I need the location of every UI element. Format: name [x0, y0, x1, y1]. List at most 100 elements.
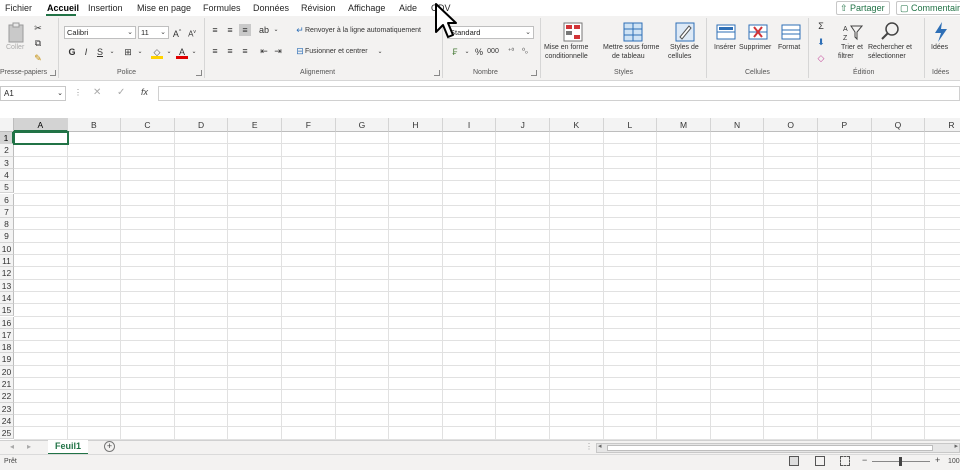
comments-button[interactable]: ▢ Commentaires: [896, 1, 960, 15]
column-header-j[interactable]: J: [496, 118, 550, 132]
row-header-21[interactable]: 21: [0, 378, 14, 391]
column-header-c[interactable]: C: [121, 118, 175, 132]
column-header-o[interactable]: O: [764, 118, 818, 132]
column-header-e[interactable]: E: [228, 118, 282, 132]
clipboard-launcher-icon[interactable]: [50, 70, 56, 76]
orientation-icon[interactable]: ab: [258, 24, 270, 36]
cancel-icon[interactable]: ✕: [93, 87, 101, 98]
column-header-f[interactable]: F: [282, 118, 336, 132]
row-header-12[interactable]: 12: [0, 267, 14, 280]
row-header-24[interactable]: 24: [0, 414, 14, 428]
row-header-9[interactable]: 9: [0, 230, 14, 243]
row-header-20[interactable]: 20: [0, 365, 14, 378]
paste-icon[interactable]: [6, 22, 28, 44]
clear-icon[interactable]: ◇: [815, 52, 827, 64]
increase-indent-icon[interactable]: ⇥: [272, 45, 284, 57]
format-as-table-icon[interactable]: [623, 22, 643, 42]
font-color-icon[interactable]: A: [176, 46, 188, 59]
column-header-m[interactable]: M: [657, 118, 711, 132]
insert-cells-icon[interactable]: [716, 22, 736, 42]
wrap-text-button[interactable]: Renvoyer à la ligne automatiquement: [305, 27, 421, 34]
row-header-22[interactable]: 22: [0, 390, 14, 403]
row-header-11[interactable]: 11: [0, 255, 14, 268]
column-header-k[interactable]: K: [550, 118, 604, 132]
cell-styles-line2[interactable]: cellules: [668, 53, 691, 60]
column-header-i[interactable]: I: [442, 118, 497, 132]
chevron-down-icon[interactable]: ⌄: [461, 46, 473, 58]
delete-cells-icon[interactable]: [748, 22, 768, 42]
select-all-corner[interactable]: [0, 118, 14, 132]
sort-filter-icon[interactable]: A Z: [843, 22, 863, 42]
scroll-right-icon[interactable]: ▸: [27, 442, 31, 451]
page-break-view-icon[interactable]: [840, 456, 850, 466]
tab-affichage[interactable]: Affichage: [348, 3, 385, 13]
sort-filter-line1[interactable]: Trier et: [841, 44, 863, 51]
column-header-b[interactable]: B: [67, 118, 122, 132]
spreadsheet-grid[interactable]: A B C D E F G H I J K L M N O P Q R 1 2 3 4 5 6 7 8 9 10 11 12 13 14 15 1…: [0, 118, 960, 440]
row-header-2[interactable]: 2: [0, 144, 14, 157]
insert-function-icon[interactable]: fx: [141, 87, 148, 97]
chevron-down-icon[interactable]: ⌄: [163, 46, 175, 58]
cut-icon[interactable]: ✂: [32, 22, 44, 34]
chevron-down-icon[interactable]: ⌄: [270, 24, 282, 36]
copy-icon[interactable]: ⧉: [32, 37, 44, 49]
row-header-4[interactable]: 4: [0, 168, 14, 182]
column-header-p[interactable]: P: [818, 118, 872, 132]
align-right-icon[interactable]: ≡: [239, 45, 251, 57]
percent-icon[interactable]: %: [473, 46, 485, 58]
format-painter-icon[interactable]: ✎: [32, 52, 44, 64]
tab-revision[interactable]: Révision: [301, 3, 336, 13]
column-header-a[interactable]: A: [14, 118, 68, 132]
tab-mise-en-page[interactable]: Mise en page: [137, 3, 191, 13]
align-bottom-icon[interactable]: ≡: [239, 24, 251, 36]
column-header-r[interactable]: R: [925, 118, 960, 132]
row-header-7[interactable]: 7: [0, 205, 14, 219]
chevron-down-icon[interactable]: ⌄: [188, 46, 200, 58]
row-header-19[interactable]: 19: [0, 353, 14, 366]
page-layout-view-icon[interactable]: [815, 456, 825, 466]
format-cells-icon[interactable]: [781, 22, 801, 42]
row-header-13[interactable]: 13: [0, 279, 14, 292]
zoom-level[interactable]: 100: [948, 458, 960, 465]
scrollbar-thumb[interactable]: [607, 445, 933, 451]
chevron-down-icon[interactable]: ⌄: [374, 46, 386, 58]
merge-center-button[interactable]: Fusionner et centrer: [305, 48, 368, 55]
find-select-line2[interactable]: sélectionner: [868, 53, 906, 60]
row-header-5[interactable]: 5: [0, 181, 14, 194]
insert-button[interactable]: Insérer: [714, 44, 736, 51]
increase-font-icon[interactable]: A^: [171, 26, 183, 39]
find-select-line1[interactable]: Rechercher et: [868, 44, 912, 51]
find-select-icon[interactable]: [880, 21, 900, 41]
ideas-icon[interactable]: [932, 21, 950, 43]
scroll-left-arrow-icon[interactable]: ◂: [598, 442, 602, 450]
format-as-table-line1[interactable]: Mettre sous forme: [603, 44, 659, 51]
sheet-tab-feuil1[interactable]: Feuil1: [48, 440, 88, 455]
row-header-8[interactable]: 8: [0, 218, 14, 231]
scroll-right-arrow-icon[interactable]: ▸: [954, 442, 958, 450]
tab-fichier[interactable]: Fichier: [5, 3, 32, 13]
row-header-16[interactable]: 16: [0, 316, 14, 329]
name-box[interactable]: A1 ⌄: [0, 86, 66, 101]
decrease-font-icon[interactable]: Av: [186, 26, 198, 39]
row-header-23[interactable]: 23: [0, 402, 14, 415]
tab-split-handle[interactable]: ⋮: [585, 442, 593, 451]
row-header-15[interactable]: 15: [0, 304, 14, 317]
decrease-decimal-icon[interactable]: ⁰₀: [519, 46, 531, 58]
decrease-indent-icon[interactable]: ⇤: [258, 45, 270, 57]
row-header-14[interactable]: 14: [0, 291, 14, 305]
chevron-down-icon[interactable]: ⌄: [134, 46, 146, 58]
fill-color-icon[interactable]: ◇: [151, 46, 163, 59]
row-header-17[interactable]: 17: [0, 328, 14, 342]
autosum-icon[interactable]: Σ: [815, 20, 827, 32]
format-button[interactable]: Format: [778, 44, 800, 51]
column-header-d[interactable]: D: [174, 118, 229, 132]
formula-input[interactable]: [158, 86, 960, 101]
italic-button[interactable]: I: [80, 46, 92, 58]
tab-insertion[interactable]: Insertion: [88, 3, 123, 13]
normal-view-icon[interactable]: [789, 456, 799, 466]
row-header-10[interactable]: 10: [0, 242, 14, 255]
align-center-icon[interactable]: ≡: [224, 45, 236, 57]
row-header-25[interactable]: 25: [0, 427, 14, 440]
conditional-formatting-line1[interactable]: Mise en forme: [544, 44, 588, 51]
bold-button[interactable]: G: [66, 46, 78, 58]
